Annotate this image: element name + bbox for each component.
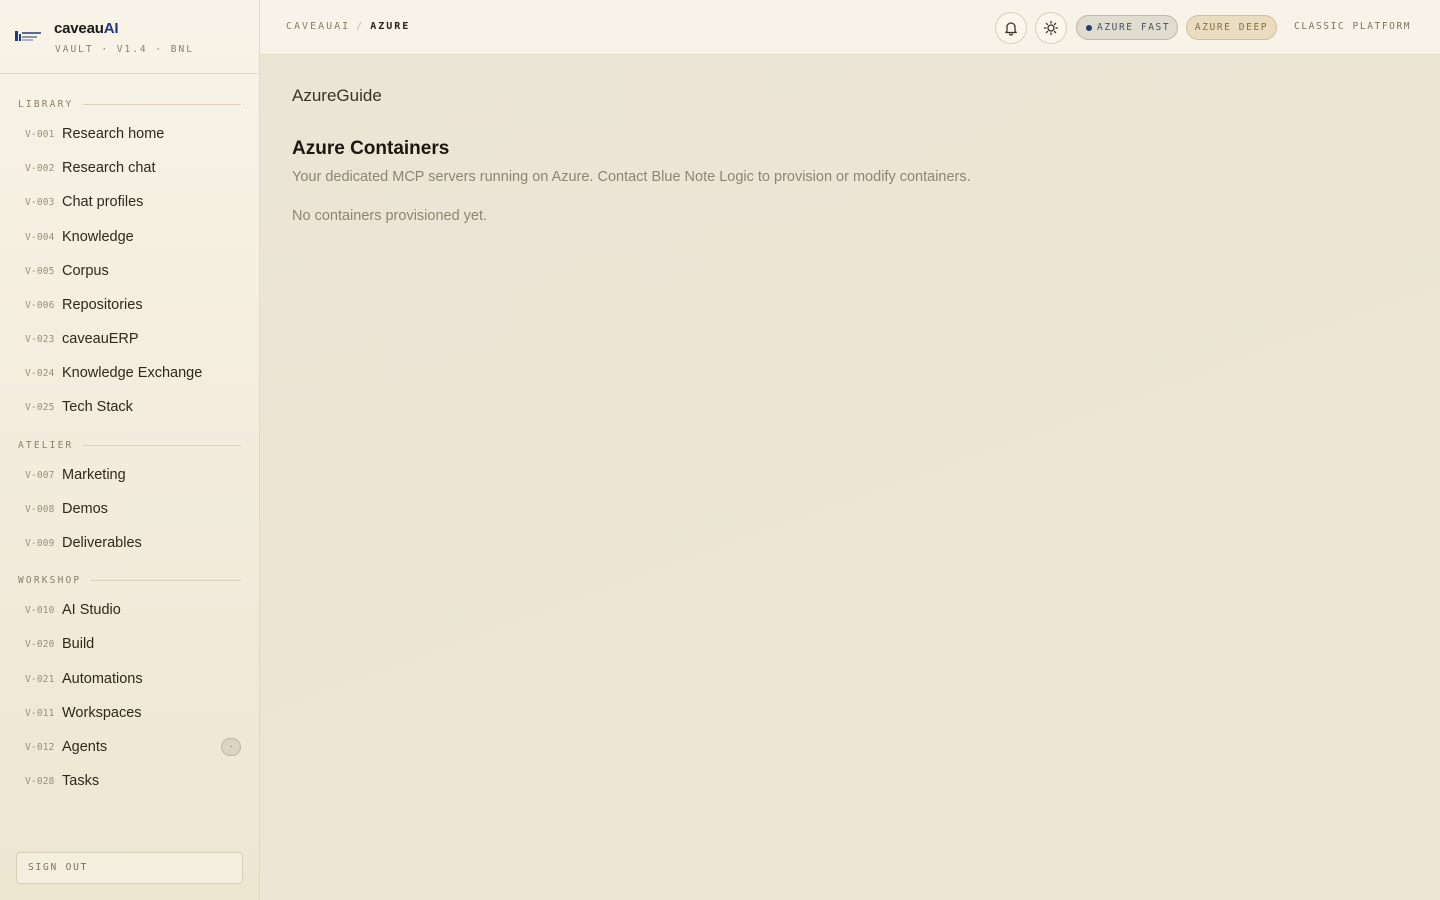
nav-code: V-025 (25, 401, 55, 413)
nav-label: Deliverables (62, 535, 142, 551)
nav-label: Knowledge (62, 229, 134, 245)
nav-label: Agents (62, 739, 108, 755)
classic-platform-link[interactable]: CLASSIC PLATFORM (1294, 21, 1411, 32)
sign-out-button[interactable]: SIGN OUT (16, 852, 243, 884)
nav-code: V-004 (25, 231, 55, 243)
nav-label: Demos (62, 501, 108, 517)
breadcrumb-separator: / (356, 21, 365, 32)
nav-code: V-028 (25, 775, 55, 787)
page-description: Your dedicated MCP servers running on Az… (292, 169, 971, 185)
sidebar-item-research-home[interactable]: V-001 Research home (16, 119, 244, 149)
brand-logo (15, 31, 41, 41)
sidebar: caveauAI VAULT · V1.4 · BNL LIBRARY V-00… (0, 0, 260, 900)
theme-toggle-button[interactable] (1035, 12, 1067, 44)
main-content: AzureGuide Azure Containers Your dedicat… (260, 56, 1440, 900)
nav-label: Tech Stack (62, 399, 133, 415)
nav-label: Build (62, 636, 95, 652)
active-dot-icon (1086, 24, 1092, 31)
nav-code: V-023 (25, 333, 55, 345)
sidebar-item-corpus[interactable]: V-005 Corpus (16, 256, 244, 286)
nav-label: Corpus (62, 263, 109, 279)
azure-fast-pill[interactable]: AZURE FAST (1076, 15, 1178, 40)
nav-code: V-006 (25, 299, 55, 311)
section-atelier: ATELIER (18, 439, 241, 451)
nav-label: Automations (62, 671, 143, 687)
azure-deep-pill[interactable]: AZURE DEEP (1186, 15, 1277, 40)
empty-state: No containers provisioned yet. (292, 208, 488, 224)
sidebar-item-agents[interactable]: V-012 Agents · (16, 732, 244, 762)
sidebar-item-repositories[interactable]: V-006 Repositories (16, 290, 244, 320)
nav-code: V-011 (25, 707, 55, 719)
nav-code: V-012 (25, 741, 55, 753)
nav-code: V-021 (25, 673, 55, 685)
breadcrumb: CAVEAUAI / AZURE (286, 21, 410, 32)
nav-code: V-008 (25, 503, 55, 515)
nav-code: V-007 (25, 469, 55, 481)
nav-label: Marketing (62, 467, 126, 483)
bell-icon (1005, 22, 1017, 36)
brand-name[interactable]: caveauAI (54, 20, 118, 37)
nav-code: V-010 (25, 604, 55, 616)
breadcrumb-current: AZURE (370, 21, 411, 32)
sidebar-item-tech-stack[interactable]: V-025 Tech Stack (16, 392, 244, 422)
breadcrumb-root[interactable]: CAVEAUAI (286, 21, 350, 32)
nav-code: V-009 (25, 537, 55, 549)
sun-icon (1043, 20, 1059, 36)
page-title: Azure Containers (292, 138, 450, 159)
nav-label: Repositories (62, 297, 143, 313)
section-workshop: WORKSHOP (18, 574, 241, 586)
brand-header: caveauAI VAULT · V1.4 · BNL (0, 0, 259, 74)
nav-code: V-002 (25, 162, 55, 174)
sidebar-item-workspaces[interactable]: V-011 Workspaces (16, 698, 244, 728)
sidebar-item-research-chat[interactable]: V-002 Research chat (16, 153, 244, 183)
sidebar-item-automations[interactable]: V-021 Automations (16, 664, 244, 694)
nav-label: Research chat (62, 160, 156, 176)
notifications-button[interactable] (995, 12, 1027, 44)
nav-label: Chat profiles (62, 194, 144, 210)
section-library: LIBRARY (18, 98, 241, 110)
nav-code: V-020 (25, 638, 55, 650)
top-bar: CAVEAUAI / AZURE AZURE FAST AZURE DEEP CLA… (260, 0, 1440, 55)
nav-code: V-005 (25, 265, 55, 277)
sidebar-item-knowledge-exchange[interactable]: V-024 Knowledge Exchange (16, 358, 244, 388)
nav-code: V-003 (25, 196, 55, 208)
nav-label: Tasks (62, 773, 100, 789)
sidebar-item-build[interactable]: V-020 Build (16, 629, 244, 659)
sidebar-item-chat-profiles[interactable]: V-003 Chat profiles (16, 187, 244, 217)
sidebar-item-caveauerp[interactable]: V-023 caveauERP (16, 324, 244, 354)
nav-code: V-024 (25, 367, 55, 379)
nav-label: caveauERP (62, 331, 139, 347)
nav-label: AI Studio (62, 602, 121, 618)
sidebar-item-deliverables[interactable]: V-009 Deliverables (16, 528, 244, 558)
nav-code: V-001 (25, 128, 55, 140)
sidebar-item-demos[interactable]: V-008 Demos (16, 494, 244, 524)
sidebar-item-marketing[interactable]: V-007 Marketing (16, 460, 244, 490)
nav-label: Knowledge Exchange (62, 365, 203, 381)
agents-count-badge: · (221, 738, 241, 756)
nav-label: Research home (62, 126, 165, 142)
sidebar-item-tasks[interactable]: V-028 Tasks (16, 766, 244, 796)
nav-label: Workspaces (62, 705, 142, 721)
app-title: AzureGuide (292, 86, 382, 105)
sidebar-item-ai-studio[interactable]: V-010 AI Studio (16, 595, 244, 625)
brand-subtitle: VAULT · V1.4 · BNL (55, 44, 194, 55)
sidebar-item-knowledge[interactable]: V-004 Knowledge (16, 222, 244, 252)
